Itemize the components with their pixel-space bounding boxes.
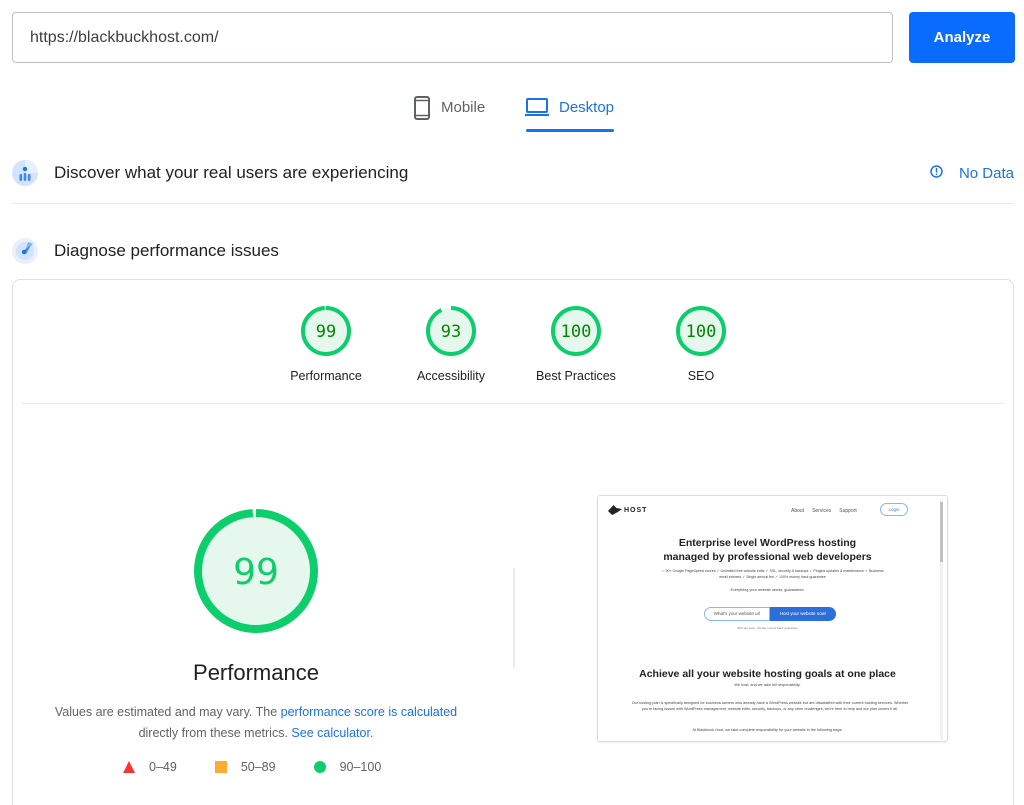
discover-section-header: Discover what your real users are experi… [12,159,1014,187]
performance-big-gauge: 99 [193,508,319,639]
info-icon [930,164,943,182]
card-divider [22,403,1004,404]
legend-fail: 0–49 [123,760,177,774]
thumb-headline-2: managed by professional web developers [663,551,872,563]
legend-fail-range: 0–49 [149,760,177,774]
score-calculated-link[interactable]: performance score is calculated [281,705,457,719]
gauge-score: 99 [233,552,279,593]
thumb-login-button: Login [880,503,908,516]
square-icon [214,761,227,773]
thumb-paragraph: Our hosting plan is specifically designe… [631,701,909,711]
score-legend: 0–49 50–89 90–100 [123,760,419,774]
final-screenshot[interactable]: HOST About Services Support Login Enterp… [597,495,948,742]
gauge-performance-label: Performance [290,369,362,383]
thumb-cta: What's your website url Host your websit… [704,607,836,621]
gauge-performance[interactable]: 99 Performance [263,305,389,383]
gauge-accessibility-ring: 93 [426,306,476,356]
gauge-best-practices-label: Best Practices [536,369,616,383]
legend-pass: 90–100 [313,760,382,774]
thumb-scrollbar [940,502,943,562]
gauge-score: 93 [441,322,461,342]
thumb-cta-button: Host your website now! [770,607,836,621]
desc-text-1: Values are estimated and may vary. The [54,705,281,719]
legend-average-range: 50–89 [240,760,276,774]
gauge-seo-ring: 100 [676,306,726,356]
thumb-nav-item: Services [812,508,832,514]
gauge-seo-label: SEO [687,369,715,383]
thumb-features-2: email inboxes ✓ Single annual fee ✓ 100%… [719,575,826,579]
gauge-accessibility[interactable]: 93 Accessibility [388,305,514,383]
smartphone-icon [413,96,431,125]
thumb-headline: Enterprise level WordPress hosting manage… [598,536,937,564]
url-input[interactable] [12,12,893,63]
tab-mobile[interactable]: Mobile [413,92,485,134]
gauge-score: 100 [561,322,592,342]
thumb-h2: Achieve all your website hosting goals a… [639,668,896,680]
thumb-features-1: 90+ Google PageSpeed scores ✓ Unlimited … [665,569,884,573]
thumb-nav: About Services Support [791,508,857,514]
diagnose-section-header: Diagnose performance issues [12,237,1014,265]
thumb-paragraph-2: At Blackbuck Host, we take complete resp… [692,728,843,732]
tab-mobile-label: Mobile [441,99,486,116]
gauge-score: 100 [686,322,717,342]
triangle-icon [123,761,135,773]
performance-description: Values are estimated and may vary. The p… [43,702,469,744]
gauge-best-practices-ring: 100 [551,306,601,356]
no-data-link[interactable]: No Data [930,165,1014,182]
blackbuck-logo-icon [608,505,622,515]
thumb-nav-item: Support [839,508,857,514]
thumb-headline-1: Enterprise level WordPress hosting [678,537,857,549]
analyze-button[interactable]: Analyze [909,12,1015,63]
tab-desktop-label: Desktop [559,99,615,116]
gauge-accessibility-label: Accessibility [416,369,486,383]
laptop-icon [525,96,549,123]
legend-pass-range: 90–100 [339,760,382,774]
thumb-features: ✓ 90+ Google PageSpeed scores ✓ Unlimite… [661,569,884,579]
thumb-note: $XX per year · 30 day money back guarant… [737,626,798,630]
category-gauges: 99 Performance 93 Accessibility 100 Best… [13,305,1013,395]
thumb-logo: HOST [608,505,647,515]
no-data-label: No Data [958,164,1014,182]
thumb-logo-text: HOST [624,506,648,514]
lighthouse-radar-icon [12,238,38,264]
vertical-divider [513,568,515,668]
legend-average: 50–89 [214,760,276,774]
thumb-url-input: What's your website url [704,607,770,621]
diagnose-title: Diagnose performance issues [54,241,279,260]
thumb-nav-item: About [791,508,805,514]
gauge-score: 99 [316,322,336,342]
circle-icon [313,761,326,773]
performance-title: Performance [193,660,319,685]
discover-title: Discover what your real users are experi… [54,163,409,182]
gauge-performance-ring: 99 [301,306,351,356]
see-calculator-link[interactable]: See calculator. [291,726,373,740]
thumb-tagline: Everything your website needs, guarantee… [730,588,805,592]
tab-desktop[interactable]: Desktop [525,92,614,134]
thumb-h2-sub: We host, and we take full responsibility… [734,683,801,687]
desc-text-2: directly from these metrics. [138,726,292,740]
performance-big-gauge-ring: 99 [194,509,318,633]
report-card: 99 Performance 93 Accessibility 100 Best… [12,279,1014,805]
crux-users-icon [12,160,38,186]
active-tab-indicator [526,129,614,132]
section-divider [12,203,1014,204]
gauge-best-practices[interactable]: 100 Best Practices [513,305,639,383]
gauge-seo[interactable]: 100 SEO [638,305,764,383]
